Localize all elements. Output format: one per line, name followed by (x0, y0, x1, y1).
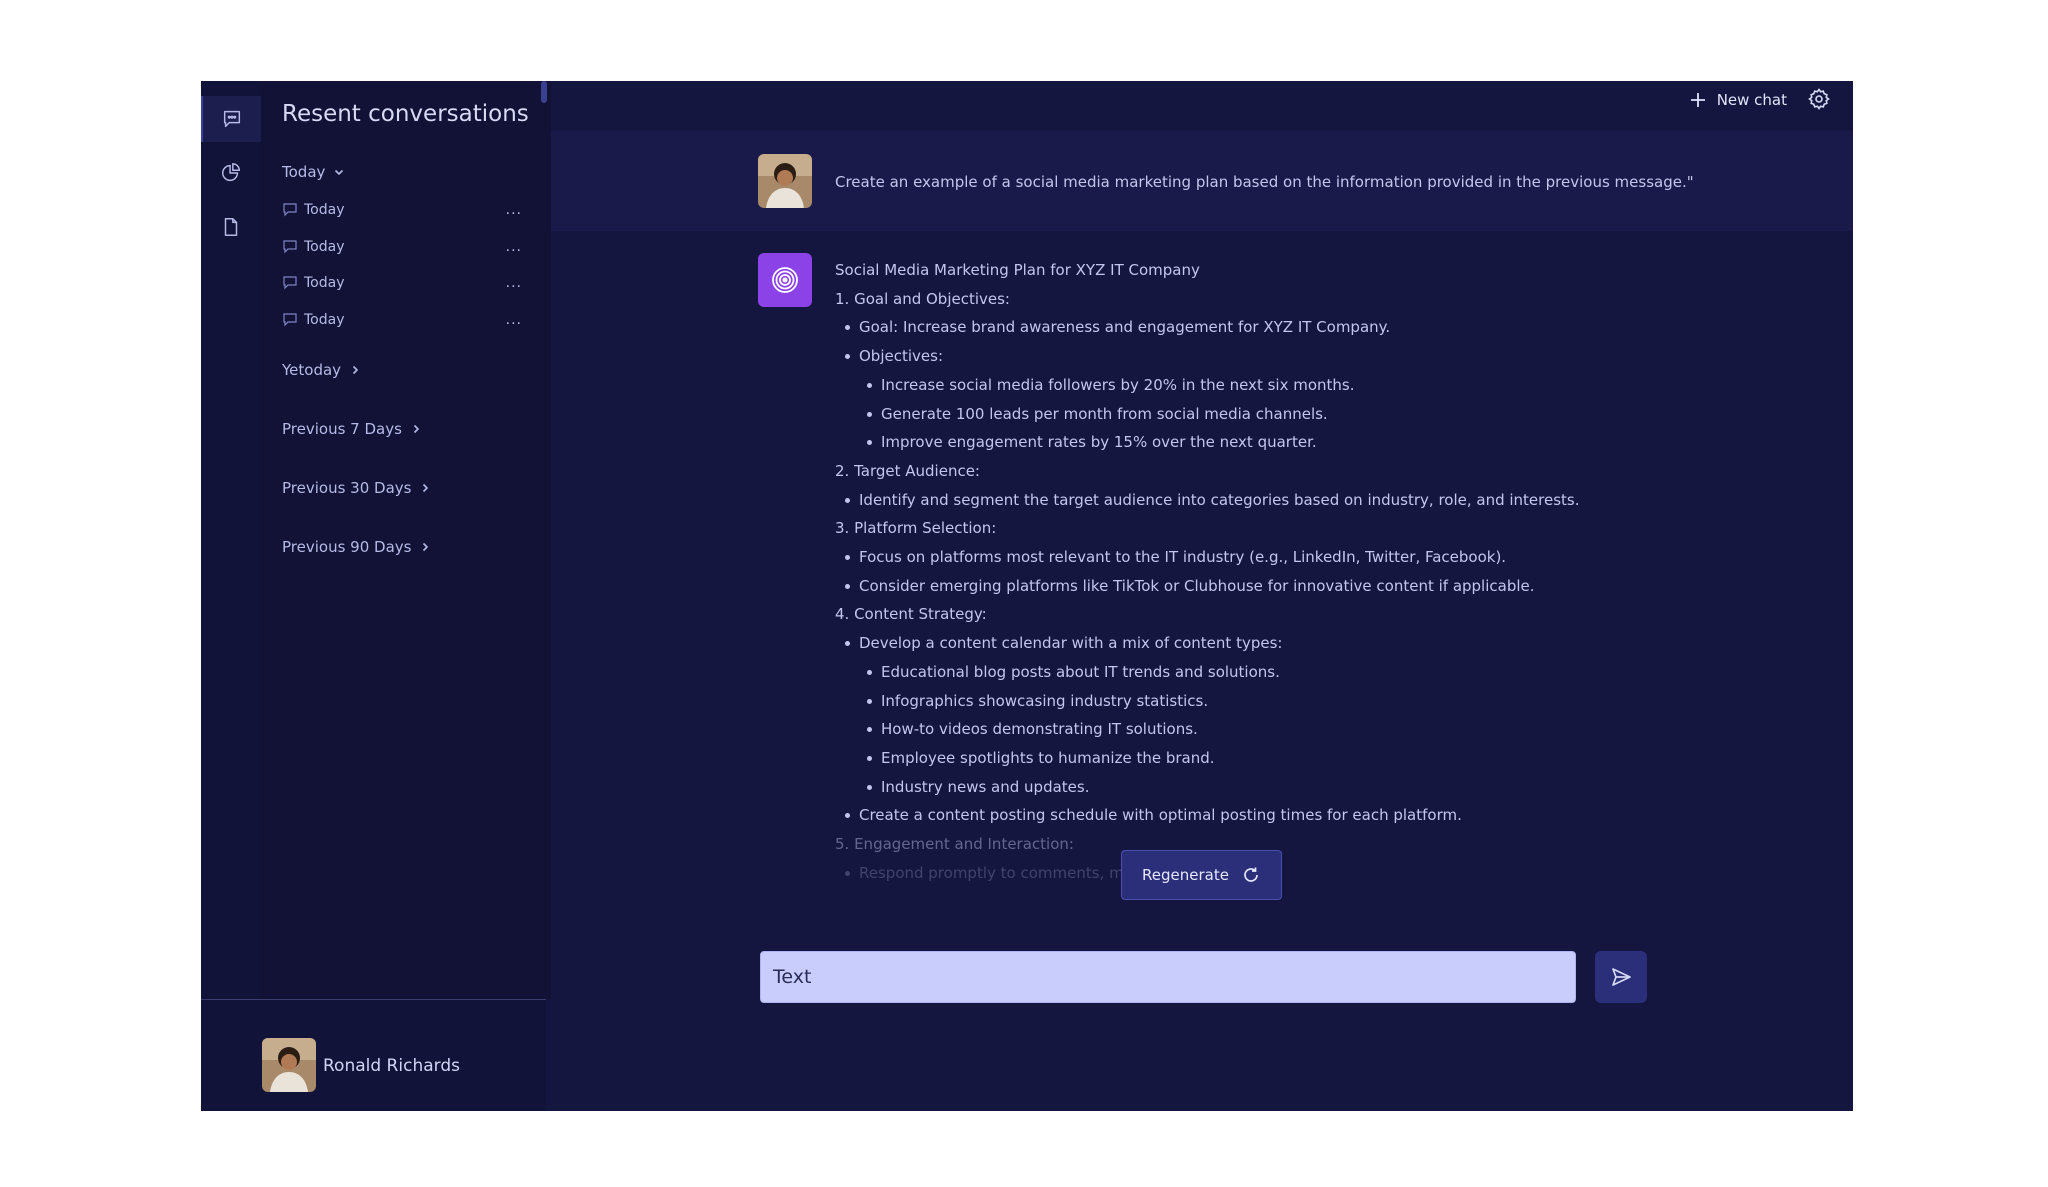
profile-footer: Ronald Richards (201, 999, 546, 1111)
assistant-message-text: Social Media Marketing Plan for XYZ IT C… (835, 256, 1735, 887)
new-chat-button[interactable]: New chat (1689, 85, 1787, 115)
group-previous-7-days[interactable]: Previous 7 Days (282, 420, 422, 438)
chat-bubble-icon (283, 276, 297, 290)
refresh-icon (1244, 867, 1258, 882)
send-icon (1612, 968, 1631, 986)
top-bar: New chat (551, 81, 1853, 131)
message-bullet-line: Focus on platforms most relevant to the … (835, 543, 1735, 572)
sidebar-title: Resent conversations (282, 101, 529, 127)
user-message: Create an example of a social media mark… (551, 131, 1853, 231)
message-input[interactable]: Text (760, 951, 1576, 1003)
avatar[interactable] (262, 1038, 316, 1092)
rail-chat-button[interactable] (201, 96, 261, 142)
icon-rail (201, 81, 261, 999)
message-bullet-line: Identify and segment the target audience… (835, 486, 1735, 515)
group-previous-30-days[interactable]: Previous 30 Days (282, 479, 431, 497)
chevron-right-icon (423, 483, 429, 493)
document-icon (224, 218, 238, 236)
message-heading-line: 2. Target Audience: (835, 461, 980, 480)
fingerprint-logo-icon (772, 267, 798, 293)
conversation-label: Today (304, 312, 345, 328)
group-yesterday[interactable]: Yetoday (282, 361, 361, 379)
conversation-item[interactable]: Today ... (282, 197, 522, 223)
group-label: Previous 90 Days (282, 538, 412, 556)
rail-analytics-button[interactable] (201, 150, 261, 196)
gear-icon[interactable] (1807, 87, 1831, 111)
group-previous-90-days[interactable]: Previous 90 Days (282, 538, 431, 556)
message-heading-line: 5. Engagement and Interaction: (835, 835, 1074, 854)
chat-bubble-icon (283, 240, 297, 254)
chat-bubble-icon (283, 203, 297, 217)
more-options-button[interactable]: ... (506, 312, 522, 328)
message-bullet-line: Improve engagement rates by 15% over the… (835, 428, 1735, 457)
conversation-item[interactable]: Today ... (282, 307, 522, 333)
chevron-right-icon (423, 542, 429, 552)
message-bullet-line: Infographics showcasing industry statist… (835, 687, 1735, 716)
message-heading-line: 3. Platform Selection: (835, 519, 997, 538)
message-heading-line: Social Media Marketing Plan for XYZ IT C… (835, 261, 1200, 279)
conversation-item[interactable]: Today ... (282, 270, 522, 296)
assistant-avatar (758, 253, 812, 307)
message-bullet-line: Objectives: (835, 342, 1735, 371)
conversation-item[interactable]: Today ... (282, 234, 522, 260)
message-bullet-line: Educational blog posts about IT trends a… (835, 658, 1735, 687)
message-bullet-line: Employee spotlights to humanize the bran… (835, 744, 1735, 773)
chat-main: New chat Create an example of a social m… (551, 81, 1853, 1111)
more-options-button[interactable]: ... (506, 239, 522, 255)
group-today[interactable]: Today (282, 163, 345, 181)
sidebar-scrollbar[interactable] (541, 81, 547, 103)
chevron-down-icon (335, 169, 344, 176)
conversations-sidebar: Resent conversations Today Today ... Tod… (261, 81, 551, 999)
message-bullet-line: How-to videos demonstrating IT solutions… (835, 715, 1735, 744)
chat-app-window: Resent conversations Today Today ... Tod… (201, 81, 1853, 1111)
pie-chart-icon (222, 163, 240, 182)
message-bullet-line: Consider emerging platforms like TikTok … (835, 572, 1735, 601)
message-bullet-line: Increase social media followers by 20% i… (835, 371, 1735, 400)
send-button[interactable] (1595, 951, 1647, 1003)
message-bullet-line: Generate 100 leads per month from social… (835, 400, 1735, 429)
message-bullet-line: Create a content posting schedule with o… (835, 801, 1735, 830)
message-bullet-line: Goal: Increase brand awareness and engag… (835, 313, 1735, 342)
message-bullet-line: Develop a content calendar with a mix of… (835, 629, 1735, 658)
user-avatar-image (758, 154, 812, 208)
group-label: Yetoday (282, 361, 342, 379)
message-bullet-line: Respond promptly to comments, mess (835, 859, 1735, 888)
plus-icon (1690, 93, 1705, 107)
new-chat-label: New chat (1716, 91, 1787, 109)
chevron-right-icon (352, 365, 359, 375)
more-options-button[interactable]: ... (506, 202, 522, 218)
conversation-label: Today (304, 239, 345, 255)
conversation-label: Today (304, 202, 345, 218)
message-heading-line: 4. Content Strategy: (835, 605, 987, 624)
regenerate-label: Regenerate (1142, 866, 1229, 884)
chat-icon (223, 110, 241, 128)
rail-documents-button[interactable] (201, 204, 261, 250)
user-message-text: Create an example of a social media mark… (835, 173, 1694, 191)
conversation-label: Today (304, 275, 345, 291)
group-label: Today (282, 163, 326, 181)
user-avatar-image (262, 1038, 316, 1092)
assistant-message: Social Media Marketing Plan for XYZ IT C… (551, 231, 1853, 897)
chat-bubble-icon (283, 313, 297, 327)
profile-name: Ronald Richards (323, 1056, 460, 1076)
message-bullet-line: Industry news and updates. (835, 773, 1735, 802)
chevron-right-icon (413, 424, 420, 434)
message-heading-line: 1. Goal and Objectives: (835, 289, 1010, 308)
group-label: Previous 30 Days (282, 479, 412, 497)
group-label: Previous 7 Days (282, 420, 402, 438)
regenerate-button[interactable]: Regenerate (1121, 850, 1282, 900)
avatar (758, 154, 812, 208)
more-options-button[interactable]: ... (506, 275, 522, 291)
